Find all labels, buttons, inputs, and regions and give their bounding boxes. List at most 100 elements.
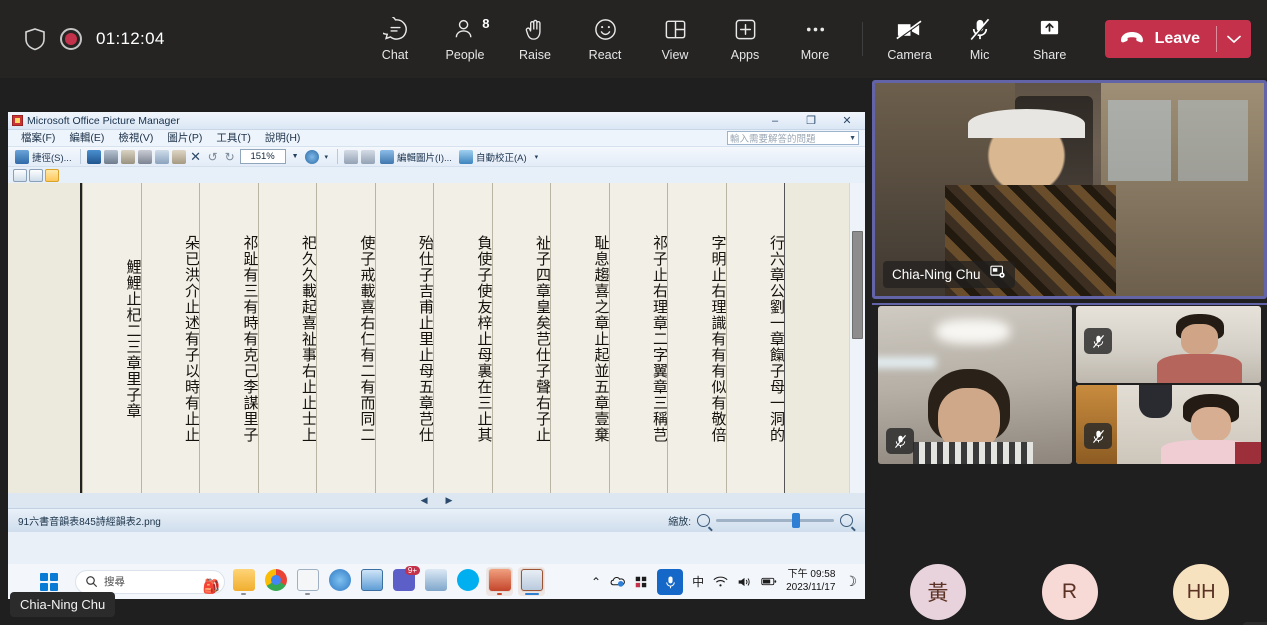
help-question-box[interactable]: 輸入需要解答的問題 ▼ <box>727 131 859 145</box>
help-question-placeholder: 輸入需要解答的問題 <box>730 134 816 145</box>
shared-screen-region[interactable]: Microsoft Office Picture Manager – ❐ ✕ 檔… <box>8 112 865 599</box>
people-count-badge: 8 <box>482 15 490 31</box>
minimize-button[interactable]: – <box>757 112 793 129</box>
menu-edit[interactable]: 編輯(E) <box>62 130 111 147</box>
rotate-right-icon[interactable] <box>361 149 376 164</box>
close-button[interactable]: ✕ <box>829 112 865 129</box>
meeting-toolbar: 01:12:04 Chat 8 People Raise React View … <box>0 0 1267 78</box>
zoom-slider-thumb[interactable] <box>792 513 800 528</box>
picture-canvas[interactable]: 行六章公劉一章餼子母一洞的 字明止右理識有有有似有敬倍 祁子止右理章二字翼章三稱… <box>8 183 865 493</box>
raise-hand-button[interactable]: Raise <box>500 9 570 69</box>
zoom-dropdown-icon[interactable]: ▼ <box>289 153 302 160</box>
taskbar-app-skype[interactable] <box>454 567 481 596</box>
layout-icon <box>663 17 688 43</box>
taskbar-app-picture-manager[interactable] <box>358 567 385 596</box>
onedrive-icon[interactable] <box>610 574 625 589</box>
menu-help[interactable]: 說明(H) <box>258 130 308 147</box>
undo-icon[interactable]: ↺ <box>206 150 220 164</box>
volume-icon[interactable] <box>737 576 752 588</box>
filmstrip-view-icon[interactable] <box>29 168 43 182</box>
scanned-document-image[interactable]: 行六章公劉一章餼子母一洞的 字明止右理識有有有似有敬倍 祁子止右理章二字翼章三稱… <box>80 183 785 493</box>
taskbar-app-powerpoint[interactable] <box>486 567 513 596</box>
leave-button[interactable]: Leave <box>1104 20 1251 58</box>
menu-view[interactable]: 檢視(V) <box>111 130 160 147</box>
zoom-out-icon[interactable] <box>697 514 710 527</box>
thumbnail-view-icon[interactable] <box>13 168 27 182</box>
participant-tile-2[interactable] <box>878 306 1072 464</box>
camera-button[interactable]: Camera <box>875 9 945 69</box>
notification-bell-icon[interactable]: ☽ <box>844 573 857 590</box>
apps-button[interactable]: Apps <box>710 9 780 69</box>
edit-pictures-button[interactable]: 編輯圖片(I)... <box>378 148 454 165</box>
taskbar-app-file-explorer[interactable] <box>230 567 257 596</box>
taskbar-clock[interactable]: 下午 09:58 2023/11/17 <box>786 569 835 594</box>
more-button[interactable]: More <box>780 9 850 69</box>
canvas-horizontal-scrollbar[interactable]: ◀ ▶ <box>8 493 865 508</box>
participant-tile-4[interactable] <box>1076 385 1261 464</box>
taskbar-app-teams[interactable]: 9+ <box>390 566 420 596</box>
taskbar-app-chrome[interactable] <box>262 567 289 596</box>
battery-icon[interactable] <box>761 576 777 587</box>
widgets-icon[interactable]: 🎒 <box>203 578 220 595</box>
zoom-slider-group[interactable]: 縮放: <box>668 513 865 528</box>
single-picture-view-icon[interactable] <box>45 168 59 182</box>
chat-button[interactable]: Chat <box>360 9 430 69</box>
mic-active-icon[interactable] <box>657 568 684 595</box>
rotate-left-icon[interactable] <box>344 149 359 164</box>
taskbar-app-paint[interactable] <box>326 567 353 596</box>
taskbar-search-box[interactable]: 搜尋 🎒 <box>75 569 225 595</box>
toolbar-overflow-icon-2[interactable]: ▾ <box>532 153 542 161</box>
windows-start-icon[interactable] <box>40 572 58 591</box>
print-icon[interactable] <box>103 149 118 164</box>
share-label: Share <box>1032 47 1067 62</box>
share-button[interactable]: Share <box>1015 9 1085 69</box>
menu-picture[interactable]: 圖片(P) <box>160 130 209 147</box>
menu-file[interactable]: 檔案(F) <box>14 130 62 147</box>
redo-icon[interactable]: ↻ <box>223 150 237 164</box>
zoom-level-field[interactable]: 151% <box>239 149 286 164</box>
react-button[interactable]: React <box>570 9 640 69</box>
more-label: More <box>800 47 830 62</box>
delete-icon[interactable]: ✕ <box>189 149 203 164</box>
mic-button[interactable]: Mic <box>945 9 1015 69</box>
taskbar-app-notepad[interactable] <box>294 567 321 596</box>
edit-pictures-icon <box>380 149 395 164</box>
paste-icon[interactable] <box>171 149 186 164</box>
zoom-slider-track[interactable] <box>716 513 834 528</box>
defender-icon[interactable] <box>634 575 648 589</box>
scroll-left-icon[interactable]: ◀ <box>421 495 428 506</box>
participant-tile-3[interactable] <box>1076 306 1261 383</box>
cut-icon[interactable] <box>137 149 152 164</box>
active-speaker-tile[interactable]: Chia-Ning Chu <box>872 80 1267 299</box>
shortcut-button[interactable]: 捷徑(S)... <box>13 148 74 165</box>
taskbar-app-remote-desktop[interactable] <box>422 567 449 596</box>
wifi-icon[interactable] <box>713 576 728 588</box>
picture-manager-titlebar: Microsoft Office Picture Manager – ❐ ✕ <box>8 112 865 130</box>
restore-button[interactable]: ❐ <box>793 112 829 129</box>
menu-tools[interactable]: 工具(T) <box>209 130 257 147</box>
taskbar-app-excel[interactable] <box>518 567 545 596</box>
toolbar-overflow-icon[interactable]: ▾ <box>322 153 332 161</box>
document-column: 鯉鯉止杞二三章里子章 <box>82 183 141 493</box>
ime-indicator[interactable]: 中 <box>692 573 704 590</box>
participant-avatar-cell[interactable]: 黃 <box>872 545 1004 625</box>
chevron-down-icon[interactable]: ▼ <box>849 135 856 142</box>
leave-dropdown-button[interactable] <box>1217 20 1251 58</box>
leave-label: Leave <box>1154 30 1200 47</box>
scroll-right-icon[interactable]: ▶ <box>446 495 453 506</box>
email-icon[interactable] <box>120 149 135 164</box>
zoom-in-icon[interactable] <box>840 514 853 527</box>
participant-avatar-cell[interactable]: HH <box>1135 545 1267 625</box>
picture-manager-window[interactable]: Microsoft Office Picture Manager – ❐ ✕ 檔… <box>8 112 865 564</box>
canvas-vertical-scrollbar[interactable] <box>849 183 865 493</box>
participant-avatar-cell[interactable]: R <box>1004 545 1136 625</box>
copy-icon[interactable] <box>154 149 169 164</box>
view-button[interactable]: View <box>640 9 710 69</box>
help-icon[interactable] <box>304 149 319 164</box>
scrollbar-thumb[interactable] <box>852 231 863 339</box>
leave-main-action[interactable]: Leave <box>1105 20 1216 58</box>
autocorrect-button[interactable]: 自動校正(A) <box>457 148 529 165</box>
chevron-up-icon[interactable]: ⌃ <box>591 575 601 589</box>
people-button[interactable]: 8 People <box>430 9 500 69</box>
save-icon[interactable] <box>86 149 101 164</box>
